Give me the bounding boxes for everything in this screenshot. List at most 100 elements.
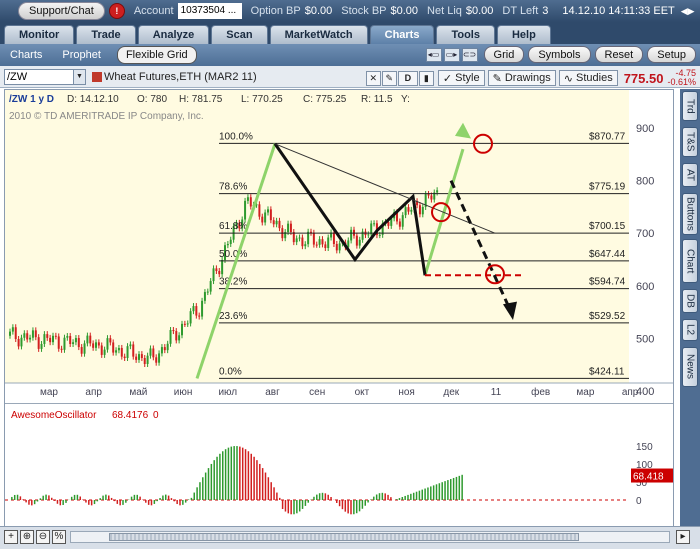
subtab-flexible-grid[interactable]: Flexible Grid: [116, 46, 197, 64]
price-candle: [37, 337, 40, 349]
side-tab-chart[interactable]: Chart: [682, 239, 698, 283]
side-tab-ts[interactable]: T&S: [682, 127, 698, 157]
sub-nav: Charts Prophet Flexible Grid ◂▭ ▭▸ ⊂⊃ Gr…: [0, 44, 700, 66]
price-candle: [77, 338, 80, 348]
price-candle: [301, 237, 304, 247]
price-candle: [97, 342, 100, 346]
ohlc-date: D: 14.12.10: [67, 94, 119, 105]
side-tab-l2[interactable]: L2: [682, 319, 698, 341]
pencil-icon[interactable]: ✎: [381, 70, 397, 86]
nav-tab-scan[interactable]: Scan: [211, 25, 268, 44]
price-candle: [83, 343, 86, 354]
percent-icon[interactable]: %: [52, 530, 66, 544]
price-chart[interactable]: /ZW 1 y D D: 14.12.10 O: 780 H: 781.75 L…: [5, 90, 673, 526]
price-change: -4.75 -0.61%: [667, 69, 696, 87]
price-candle: [20, 337, 23, 347]
nav-tab-help[interactable]: Help: [496, 25, 551, 44]
studies-button[interactable]: ∿ Studies: [558, 70, 618, 86]
price-axis-tick: 700: [636, 228, 654, 240]
price-axis-tick: 400: [636, 386, 654, 398]
style-button[interactable]: ✓ Style: [437, 70, 485, 86]
price-candle: [307, 231, 310, 245]
magnify-out-icon[interactable]: ⊖: [36, 530, 50, 544]
studies-label: Studies: [576, 72, 613, 84]
price-axis-tick: 900: [636, 123, 654, 135]
price-candle: [226, 243, 229, 246]
price-candle: [387, 221, 390, 226]
price-candle: [198, 315, 201, 317]
magnify-icon[interactable]: ⊕: [20, 530, 34, 544]
price-candle: [321, 239, 324, 245]
price-candle: [172, 330, 175, 332]
account-selector[interactable]: 10373504 ...: [177, 3, 242, 19]
stock-bp-value: $0.00: [390, 5, 419, 17]
symbol-dropdown-icon[interactable]: ▼: [74, 68, 86, 85]
price-candle: [195, 306, 198, 316]
price-candle: [149, 348, 152, 356]
drawings-button[interactable]: ✎ Drawings: [487, 70, 556, 86]
price-candle: [160, 347, 163, 354]
symbol-input[interactable]: [4, 68, 74, 85]
chart-panel[interactable]: /ZW 1 y D D: 14.12.10 O: 780 H: 781.75 L…: [4, 89, 674, 533]
crosshair-icon[interactable]: ✕: [365, 70, 381, 86]
side-tab-at[interactable]: AT: [682, 163, 698, 187]
expand-arrows-icon[interactable]: ◀▶: [681, 6, 695, 17]
alert-icon[interactable]: !: [108, 3, 125, 19]
fib-level-price: $647.44: [589, 249, 626, 260]
price-candle: [138, 354, 140, 360]
side-tab-buttons[interactable]: Buttons: [682, 193, 698, 235]
price-candle: [74, 338, 77, 343]
price-candle: [52, 335, 54, 343]
setup-button[interactable]: Setup: [647, 46, 696, 63]
link-icon[interactable]: ⊂⊃: [461, 47, 478, 62]
scrollbar-thumb[interactable]: [109, 533, 579, 541]
period-select-icon[interactable]: D: [397, 70, 418, 86]
symbols-button[interactable]: Symbols: [528, 46, 591, 63]
nav-tab-analyze[interactable]: Analyze: [137, 25, 210, 44]
layout-next-icon[interactable]: ▭▸: [443, 47, 460, 62]
nav-tab-charts[interactable]: Charts: [369, 25, 435, 44]
flag-icon: [92, 71, 102, 82]
scroll-right-icon[interactable]: ▸: [676, 530, 690, 544]
price-candle: [60, 348, 63, 350]
price-candle: [355, 235, 358, 246]
price-candle: [166, 343, 169, 351]
price-candle: [89, 335, 92, 344]
layout-prev-icon[interactable]: ◂▭: [425, 47, 442, 62]
fib-level-percent: 0.0%: [219, 366, 242, 377]
price-candle: [123, 356, 126, 359]
price-candle: [278, 220, 281, 229]
nav-tab-monitor[interactable]: Monitor: [4, 25, 75, 44]
chart-toolbar: ▼ Wheat Futures,ETH (MAR2 11) ✕ ✎ D ▮ ✓ …: [0, 66, 700, 88]
reset-button[interactable]: Reset: [594, 46, 644, 63]
nav-tab-marketwatch[interactable]: MarketWatch: [269, 25, 368, 44]
fib-level-percent: 78.6%: [219, 182, 247, 193]
side-tab-trd[interactable]: Trd: [682, 91, 698, 121]
price-candle: [324, 244, 327, 248]
time-axis-tick: ноя: [398, 387, 415, 398]
price-candle: [212, 268, 215, 282]
price-candle: [169, 330, 172, 344]
horizontal-scrollbar[interactable]: [70, 531, 670, 543]
price-candle: [203, 292, 206, 301]
price-candle: [189, 311, 192, 324]
nav-tab-tools[interactable]: Tools: [436, 25, 495, 44]
price-candle: [132, 344, 135, 357]
price-candle: [181, 323, 183, 336]
dt-left-value: 3: [542, 5, 549, 17]
side-tab-db[interactable]: DB: [682, 289, 698, 313]
subtab-prophet[interactable]: Prophet: [58, 47, 105, 63]
chart-bottom-bar: + ⊕ ⊖ % ▸: [0, 526, 700, 549]
price-candle: [373, 223, 376, 225]
subtab-charts[interactable]: Charts: [6, 47, 46, 63]
grid-button[interactable]: Grid: [483, 46, 525, 63]
price-candle: [404, 207, 407, 216]
support-chat-button[interactable]: Support/Chat: [18, 2, 105, 20]
zoom-in-icon[interactable]: +: [4, 530, 18, 544]
account-label: Account: [133, 5, 174, 17]
price-candle: [312, 232, 315, 245]
nav-tab-trade[interactable]: Trade: [76, 25, 136, 44]
time-axis-tick: окт: [355, 387, 370, 398]
chart-type-icon[interactable]: ▮: [418, 70, 434, 86]
side-tab-news[interactable]: News: [682, 347, 698, 387]
